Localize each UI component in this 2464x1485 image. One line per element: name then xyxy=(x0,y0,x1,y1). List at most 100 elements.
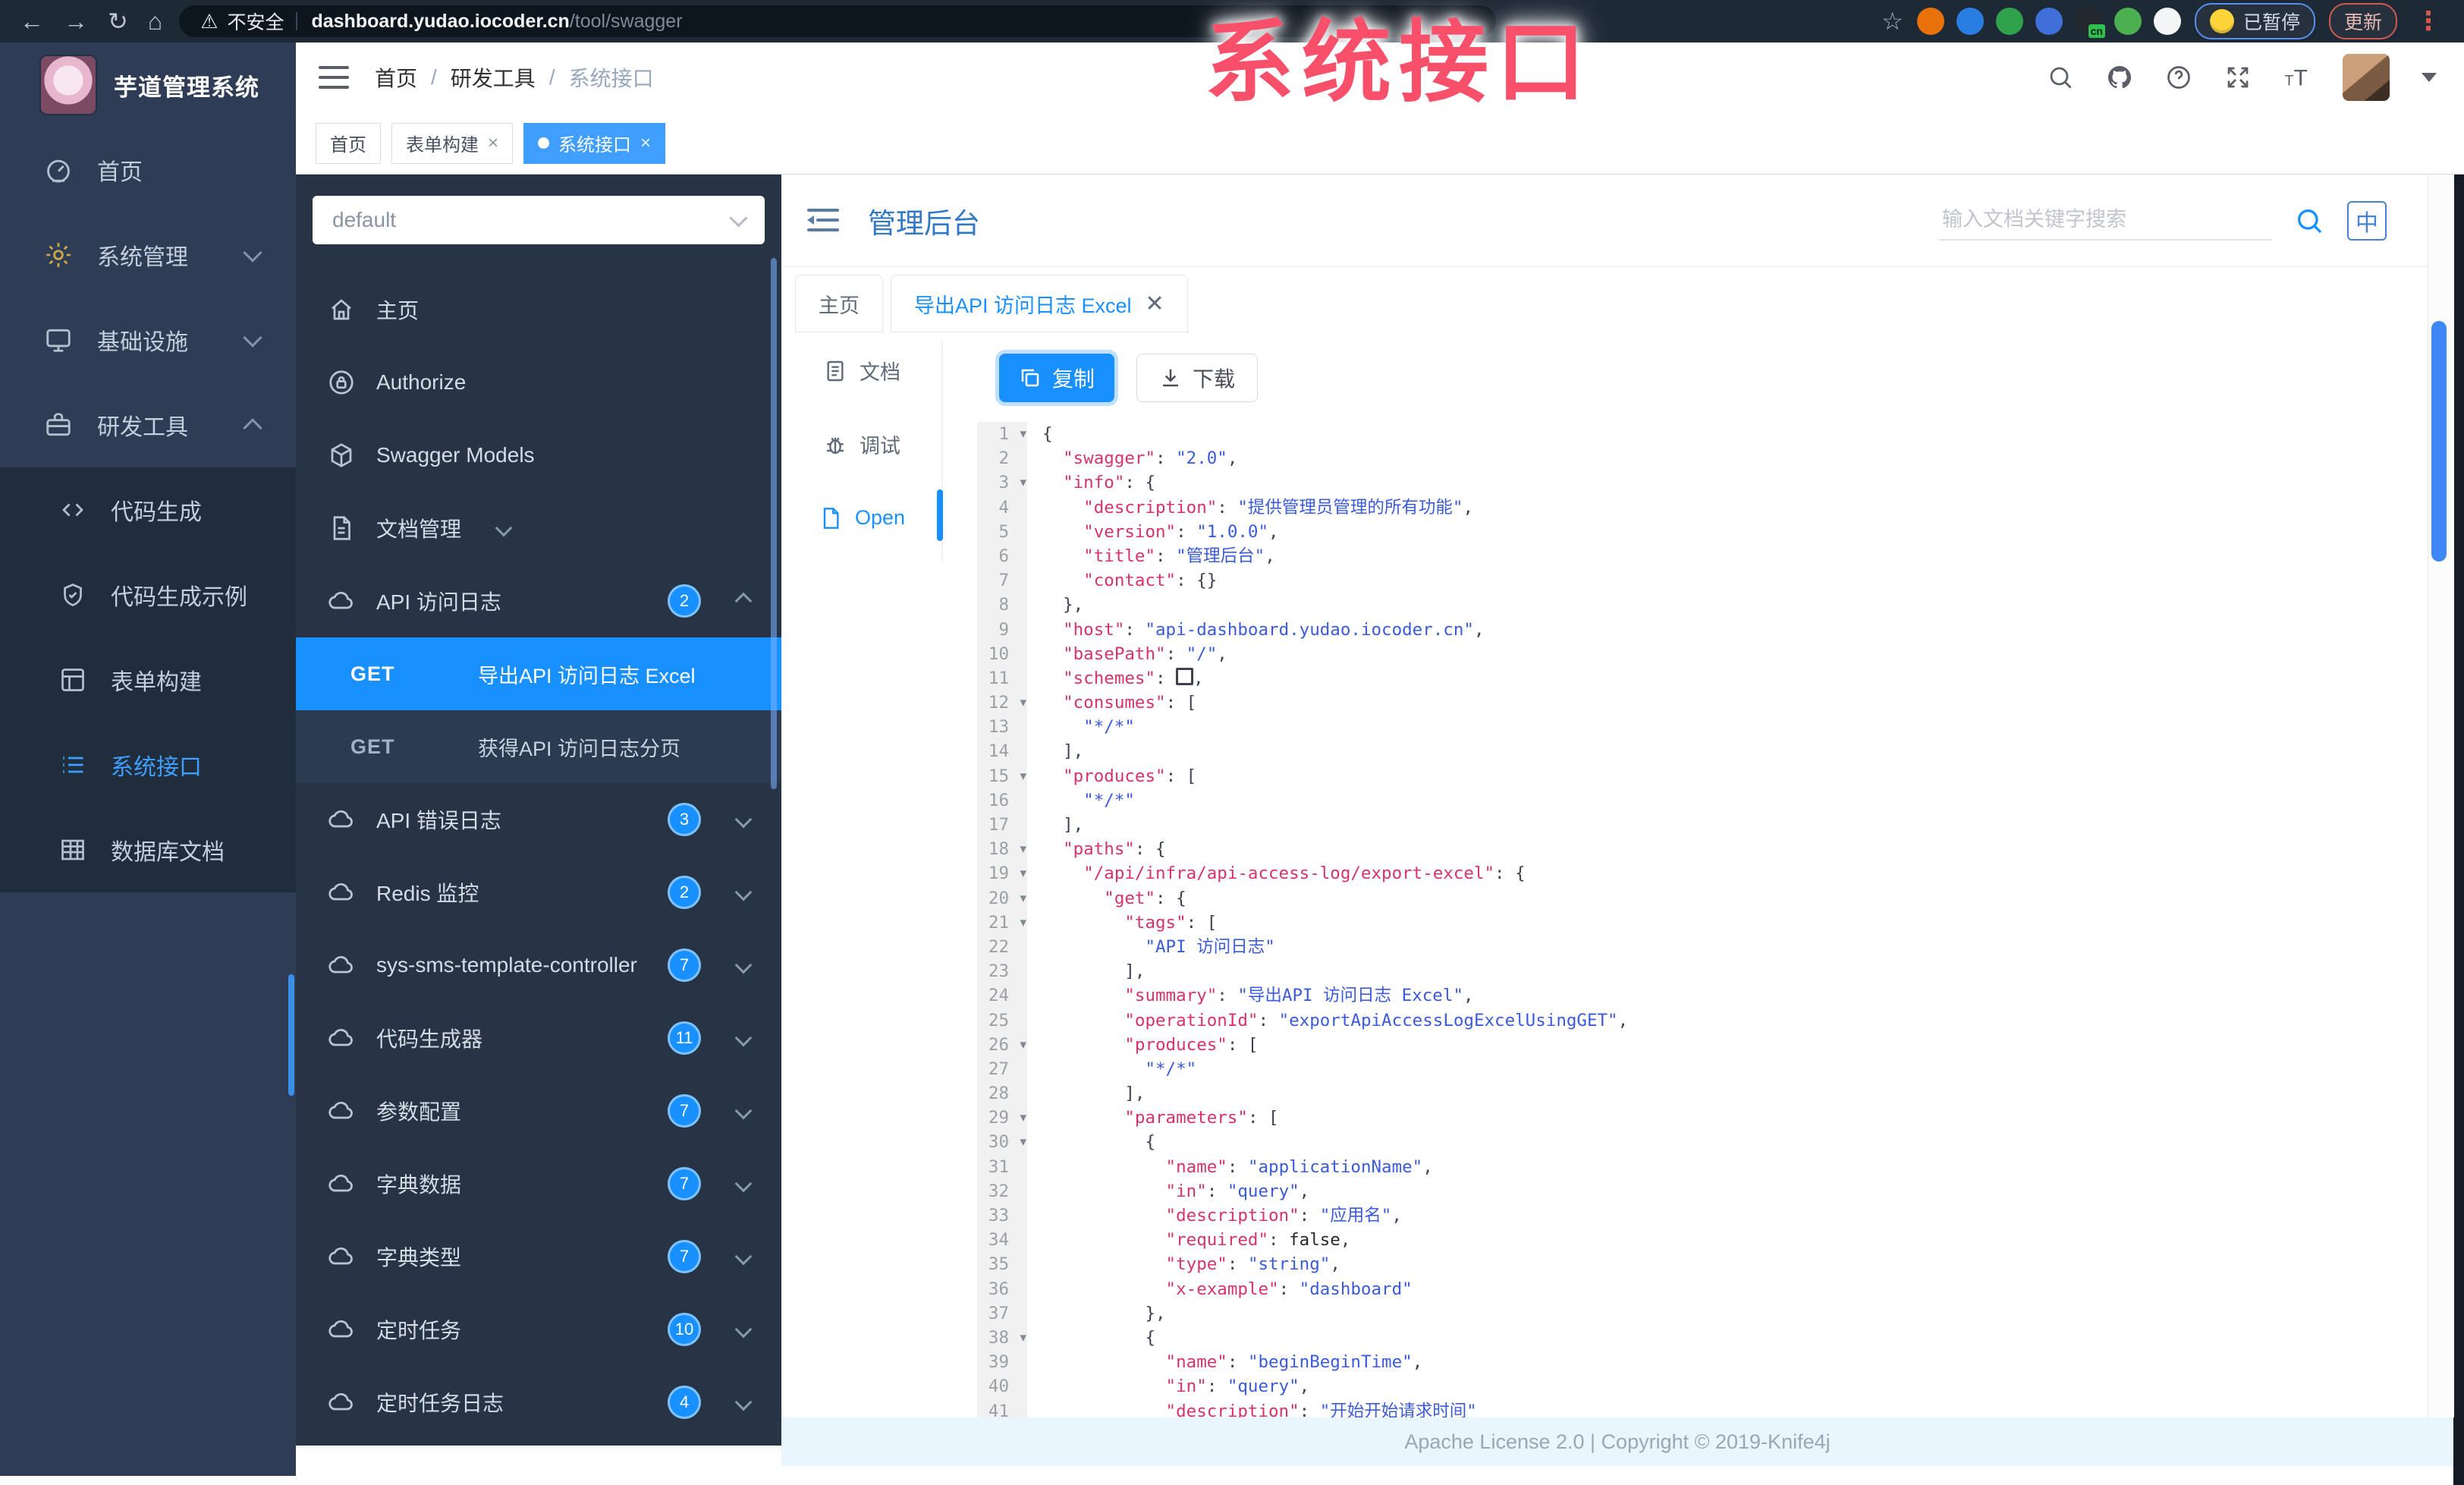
browser-menu-icon[interactable]: ⋮ xyxy=(2415,6,2441,36)
sidebar-subitem[interactable]: 表单构建 xyxy=(0,637,296,722)
chevron-down-icon xyxy=(734,883,753,901)
api-group-item[interactable]: API 访问日志 2 xyxy=(296,565,781,637)
api-group-item[interactable]: sys-sms-template-controller 7 xyxy=(296,929,781,1002)
collapse-sidebar-icon[interactable] xyxy=(807,208,839,233)
api-group-item[interactable]: 文档管理 xyxy=(296,492,781,565)
bookmark-star-icon[interactable]: ☆ xyxy=(1881,7,1903,36)
code-line: 23 ], xyxy=(977,959,2428,984)
logo-image xyxy=(41,56,96,114)
api-group-item[interactable]: 岗位 xyxy=(296,1439,781,1446)
update-button[interactable]: 更新 xyxy=(2328,3,2397,39)
breadcrumb-item[interactable]: 系统接口 xyxy=(569,62,654,93)
forward-icon[interactable]: → xyxy=(64,8,88,36)
api-group-item[interactable]: 参数配置 7 xyxy=(296,1074,781,1147)
fold-icon[interactable]: ▾ xyxy=(1020,1130,1026,1154)
knife4j-sidebar: default 主页 Authorize Swagger Models 文档管理 API… xyxy=(296,175,781,1446)
reload-icon[interactable]: ↻ xyxy=(108,7,128,36)
doc-search-input[interactable] xyxy=(1939,200,2271,241)
sidebar-item[interactable]: 研发工具 xyxy=(0,382,296,467)
doc-tab[interactable]: 主页 xyxy=(795,275,883,332)
ext-drop-blue[interactable] xyxy=(1956,8,1984,35)
close-icon[interactable]: ✕ xyxy=(1146,291,1164,317)
fold-icon[interactable]: ▾ xyxy=(1020,1033,1026,1057)
sidebar-item[interactable]: 系统管理 xyxy=(0,212,296,297)
sidebar-item[interactable]: 首页 xyxy=(0,127,296,212)
search-icon[interactable] xyxy=(2294,206,2324,236)
paused-extension-pill[interactable]: 已暂停 xyxy=(2194,3,2315,39)
ext-cn-dark[interactable]: cn xyxy=(2074,8,2105,38)
fold-icon[interactable]: ▾ xyxy=(1020,1106,1026,1130)
sidebar-subitem[interactable]: 代码生成 xyxy=(0,467,296,552)
chevron-down-icon xyxy=(495,519,513,537)
swagger-json-editor[interactable]: 1 ▾{2 "swagger": "2.0", 3 ▾ "info": {4 "des… xyxy=(977,422,2428,1417)
security-label[interactable]: 不安全 xyxy=(227,8,284,35)
close-icon[interactable]: × xyxy=(488,133,498,154)
knife4j-sidebar-scrollbar[interactable] xyxy=(771,258,777,789)
language-toggle[interactable]: 中 xyxy=(2347,200,2387,241)
home-icon xyxy=(328,296,355,323)
http-method: GET xyxy=(350,662,395,685)
tag-item[interactable]: 表单构建 × xyxy=(391,122,514,164)
tag-active[interactable]: 系统接口 × xyxy=(523,122,666,164)
code-line: 20 ▾ "get": { xyxy=(977,886,2428,911)
sidebar-subitem[interactable]: 系统接口 xyxy=(0,722,296,807)
tag-item[interactable]: 首页 xyxy=(316,122,381,164)
app-logo[interactable]: 芋道管理系统 xyxy=(0,42,296,127)
api-group-item[interactable]: 定时任务 10 xyxy=(296,1293,781,1366)
sidebar-scrollbar[interactable] xyxy=(288,974,294,1096)
api-group-item[interactable]: API 错误日志 3 xyxy=(296,783,781,856)
doc-tab[interactable]: 导出API 访问日志 Excel ✕ xyxy=(891,275,1188,332)
api-group-item[interactable]: Authorize xyxy=(296,346,781,419)
api-group-item[interactable]: 代码生成器 11 xyxy=(296,1002,781,1074)
api-operation[interactable]: GET 获得API 访问日志分页 xyxy=(296,710,781,783)
rail-item-文档[interactable]: 文档 xyxy=(781,334,942,407)
api-group-item[interactable]: Swagger Models xyxy=(296,419,781,492)
fold-icon[interactable]: ▾ xyxy=(1020,422,1026,446)
close-icon[interactable]: × xyxy=(640,133,651,154)
group-select[interactable]: default xyxy=(313,196,765,244)
main-scrollbar-thumb[interactable] xyxy=(2431,321,2447,562)
fullscreen-icon[interactable] xyxy=(2224,64,2252,91)
fold-icon[interactable]: ▾ xyxy=(1020,1326,1026,1350)
browser-home-icon[interactable]: ⌂ xyxy=(148,8,162,36)
api-operation[interactable]: GET 导出API 访问日志 Excel xyxy=(296,637,781,710)
api-group-item[interactable]: Redis 监控 2 xyxy=(296,856,781,929)
sidebar-subitem[interactable]: 数据库文档 xyxy=(0,807,296,892)
fold-icon[interactable]: ▾ xyxy=(1020,764,1026,788)
code-line: 28 ], xyxy=(977,1081,2428,1106)
api-group-item[interactable]: 主页 xyxy=(296,273,781,346)
fold-icon[interactable]: ▾ xyxy=(1020,886,1026,911)
hamburger-icon[interactable] xyxy=(319,66,349,89)
api-group-item[interactable]: 定时任务日志 4 xyxy=(296,1366,781,1439)
back-icon[interactable]: ← xyxy=(20,8,44,36)
ext-white[interactable] xyxy=(2153,8,2181,35)
ext-grid-blue[interactable] xyxy=(2035,8,2063,35)
download-button[interactable]: 下载 xyxy=(1136,354,1258,402)
sidebar-subitem[interactable]: 代码生成示例 xyxy=(0,552,296,637)
code-line: 26 ▾ "produces": [ xyxy=(977,1032,2428,1057)
ext-check-green[interactable] xyxy=(1995,8,2023,35)
fold-icon[interactable]: ▾ xyxy=(1020,911,1026,935)
ext-leaf-green[interactable] xyxy=(2114,8,2142,35)
avatar[interactable] xyxy=(2343,54,2390,101)
copy-button[interactable]: 复制 xyxy=(999,354,1114,402)
api-group-item[interactable]: 字典数据 7 xyxy=(296,1147,781,1220)
fold-icon[interactable]: ▾ xyxy=(1020,691,1026,715)
caret-down-icon[interactable] xyxy=(2422,73,2437,82)
search-icon[interactable] xyxy=(2047,64,2074,91)
rail-item-调试[interactable]: 调试 xyxy=(781,407,942,481)
fold-icon[interactable]: ▾ xyxy=(1020,470,1026,495)
breadcrumb-item[interactable]: 首页 xyxy=(375,62,417,93)
fold-icon[interactable]: ▾ xyxy=(1020,837,1026,861)
question-icon[interactable] xyxy=(2165,64,2192,91)
github-icon[interactable] xyxy=(2106,64,2133,91)
rail-item-open[interactable]: Open xyxy=(781,481,942,555)
code-line: 3 ▾ "info": { xyxy=(977,470,2428,496)
fontsize-icon[interactable]: TT xyxy=(2283,64,2311,91)
ext-pin-orange[interactable] xyxy=(1916,8,1944,35)
api-group-item[interactable]: 字典类型 7 xyxy=(296,1220,781,1293)
breadcrumb-item[interactable]: 研发工具 xyxy=(451,62,536,93)
fold-icon[interactable]: ▾ xyxy=(1020,861,1026,886)
rail-active-indicator xyxy=(937,489,943,541)
sidebar-item[interactable]: 基础设施 xyxy=(0,297,296,382)
